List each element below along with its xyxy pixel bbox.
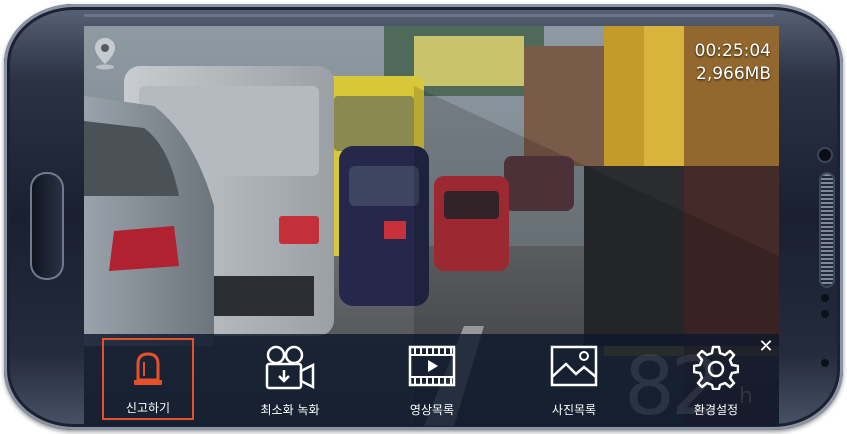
speaker-grille (821, 174, 833, 286)
siren-icon (134, 352, 162, 385)
sensor-dot (821, 310, 829, 318)
photo-list-icon (550, 345, 598, 387)
tool-label: 환경설정 (693, 403, 739, 417)
sensor-dot (821, 294, 829, 302)
video-list-icon (408, 345, 456, 387)
screen: 00:25:04 2,966MB 82 h ✕ 신고하기 최소화 녹화 영상목록… (84, 26, 779, 426)
front-camera (819, 149, 831, 161)
phone-frame: 00:25:04 2,966MB 82 h ✕ 신고하기 최소화 녹화 영상목록… (4, 4, 843, 430)
location-pin-icon (95, 38, 115, 70)
photo-list-button[interactable]: 사진목록 (528, 338, 620, 420)
video-camera-icon (265, 345, 315, 390)
storage-used: 2,966MB (696, 64, 771, 84)
minimize-record-button[interactable]: 최소화 녹화 (244, 338, 336, 420)
video-list-button[interactable]: 영상목록 (386, 338, 478, 420)
recording-time: 00:25:04 (694, 41, 771, 61)
bottom-toolbar: 82 h ✕ 신고하기 최소화 녹화 영상목록 사진목록 환경설정 (84, 334, 779, 426)
tool-label: 최소화 녹화 (260, 403, 320, 417)
report-button[interactable]: 신고하기 (102, 338, 194, 420)
recording-status: 00:25:04 2,966MB (695, 40, 771, 86)
phone-top-edge (84, 14, 774, 17)
tool-label: 신고하기 (125, 401, 171, 415)
sensor-dot (821, 359, 829, 367)
settings-button[interactable]: 환경설정 (670, 338, 762, 420)
home-button[interactable] (30, 172, 64, 280)
gear-icon (693, 345, 739, 390)
tool-label: 사진목록 (551, 403, 597, 417)
tool-label: 영상목록 (409, 403, 455, 417)
